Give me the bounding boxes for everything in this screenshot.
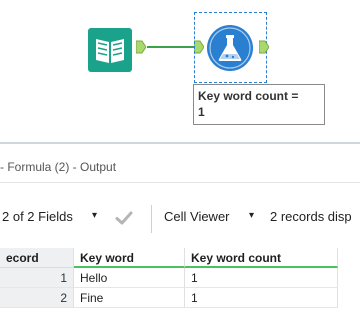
checkmark-icon[interactable] — [113, 207, 135, 229]
column-header-record[interactable]: ecord — [0, 248, 74, 268]
chevron-down-icon[interactable]: ▾ — [92, 210, 97, 221]
book-icon — [88, 28, 132, 72]
records-count-label: 2 records disp — [270, 209, 352, 224]
panel-title: - Formula (2) - Output — [0, 160, 117, 174]
connection-line[interactable] — [147, 46, 194, 48]
table-header-row: ecord Key word Key word count — [0, 248, 338, 268]
record-number: 2 — [0, 288, 74, 308]
tool-annotation: Key word count = 1 — [193, 84, 325, 125]
output-anchor[interactable] — [259, 40, 269, 54]
input-data-tool[interactable] — [87, 27, 133, 73]
table-cell[interactable]: 1 — [185, 288, 338, 308]
column-header-key-word-count[interactable]: Key word count — [185, 248, 338, 268]
flask-icon — [207, 25, 253, 71]
results-toolbar: 2 of 2 Fields ▾ Cell Viewer ▾ 2 records … — [0, 201, 360, 235]
table-cell[interactable]: Hello — [74, 268, 185, 288]
results-panel: - Formula (2) - Output 2 of 2 Fields ▾ C… — [0, 142, 360, 325]
record-number: 1 — [0, 268, 74, 288]
table-cell[interactable]: Fine — [74, 288, 185, 308]
table-cell[interactable]: 1 — [185, 268, 338, 288]
chevron-down-icon[interactable]: ▾ — [249, 210, 254, 221]
panel-border — [0, 142, 360, 144]
output-anchor[interactable] — [136, 40, 146, 54]
toolbar-separator — [151, 205, 152, 233]
fields-selector-label[interactable]: 2 of 2 Fields — [2, 209, 73, 224]
workflow-canvas[interactable]: Key word count = 1 — [0, 0, 360, 142]
table-row[interactable]: 2 Fine 1 — [0, 288, 338, 308]
formula-tool[interactable] — [206, 24, 254, 72]
column-header-key-word[interactable]: Key word — [74, 248, 185, 268]
divider — [0, 182, 360, 183]
cell-viewer-dropdown[interactable]: Cell Viewer — [164, 209, 230, 224]
panel-header: - Formula (2) - Output — [0, 152, 360, 182]
table-row[interactable]: 1 Hello 1 — [0, 268, 338, 288]
